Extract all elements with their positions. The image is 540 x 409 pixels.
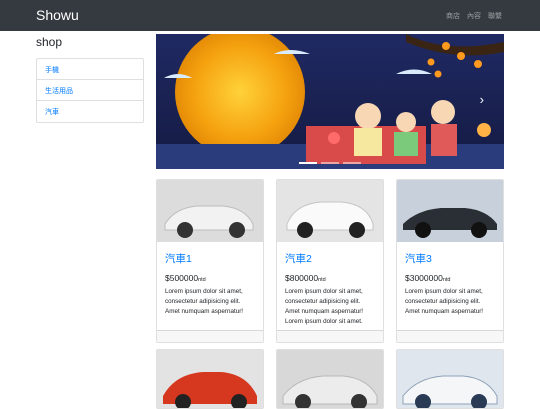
chevron-right-icon[interactable]: › — [480, 92, 484, 107]
product-description: Lorem ipsum dolor sit amet, consectetur … — [285, 288, 364, 325]
product-title[interactable]: 汽車1 — [165, 251, 255, 266]
product-card-1: 汽車1 $500000ntd Lorem ipsum dolor sit ame… — [156, 179, 264, 343]
product-card-6 — [396, 349, 504, 409]
nav-links: 商店 內容 聯繫 — [446, 11, 502, 21]
product-price: $500000ntd — [165, 273, 206, 283]
product-image — [277, 350, 383, 408]
product-description: Lorem ipsum dolor sit amet, consectetur … — [165, 288, 244, 315]
hero-carousel[interactable]: › — [156, 34, 504, 169]
sidebar-item-daily-goods[interactable]: 生活用品 — [37, 80, 143, 101]
product-description: Lorem ipsum dolor sit amet, consectetur … — [405, 288, 484, 315]
product-price: $3000000ntd — [405, 273, 451, 283]
card-footer — [277, 330, 383, 342]
navbar: Showu 商店 內容 聯繫 — [0, 0, 540, 31]
sidebar-item-phones[interactable]: 手機 — [37, 59, 143, 80]
product-title[interactable]: 汽車2 — [285, 251, 375, 266]
card-footer — [397, 330, 503, 342]
nav-link-contact[interactable]: 聯繫 — [488, 11, 502, 21]
product-image — [157, 350, 263, 408]
sidebar-title: shop — [36, 35, 63, 49]
carousel-indicator-1[interactable] — [299, 162, 317, 164]
carousel-indicators — [156, 162, 504, 164]
category-list: 手機 生活用品 汽車 — [36, 58, 144, 123]
product-card-3: 汽車3 $3000000ntd Lorem ipsum dolor sit am… — [396, 179, 504, 343]
product-card-4 — [156, 349, 264, 409]
product-card-2: 汽車2 $800000ntd Lorem ipsum dolor sit ame… — [276, 179, 384, 343]
carousel-indicator-2[interactable] — [321, 162, 339, 164]
nav-link-content[interactable]: 內容 — [467, 11, 481, 21]
carousel-indicator-3[interactable] — [343, 162, 361, 164]
nav-link-store[interactable]: 商店 — [446, 11, 460, 21]
product-price: $800000ntd — [285, 273, 326, 283]
product-card-5 — [276, 349, 384, 409]
card-footer — [157, 330, 263, 342]
carousel-image — [156, 34, 504, 169]
sidebar-item-cars[interactable]: 汽車 — [37, 101, 143, 122]
product-image — [397, 180, 503, 242]
brand-logo[interactable]: Showu — [36, 7, 79, 23]
product-title[interactable]: 汽車3 — [405, 251, 495, 266]
product-image — [277, 180, 383, 242]
product-image — [157, 180, 263, 242]
product-image — [397, 350, 503, 408]
